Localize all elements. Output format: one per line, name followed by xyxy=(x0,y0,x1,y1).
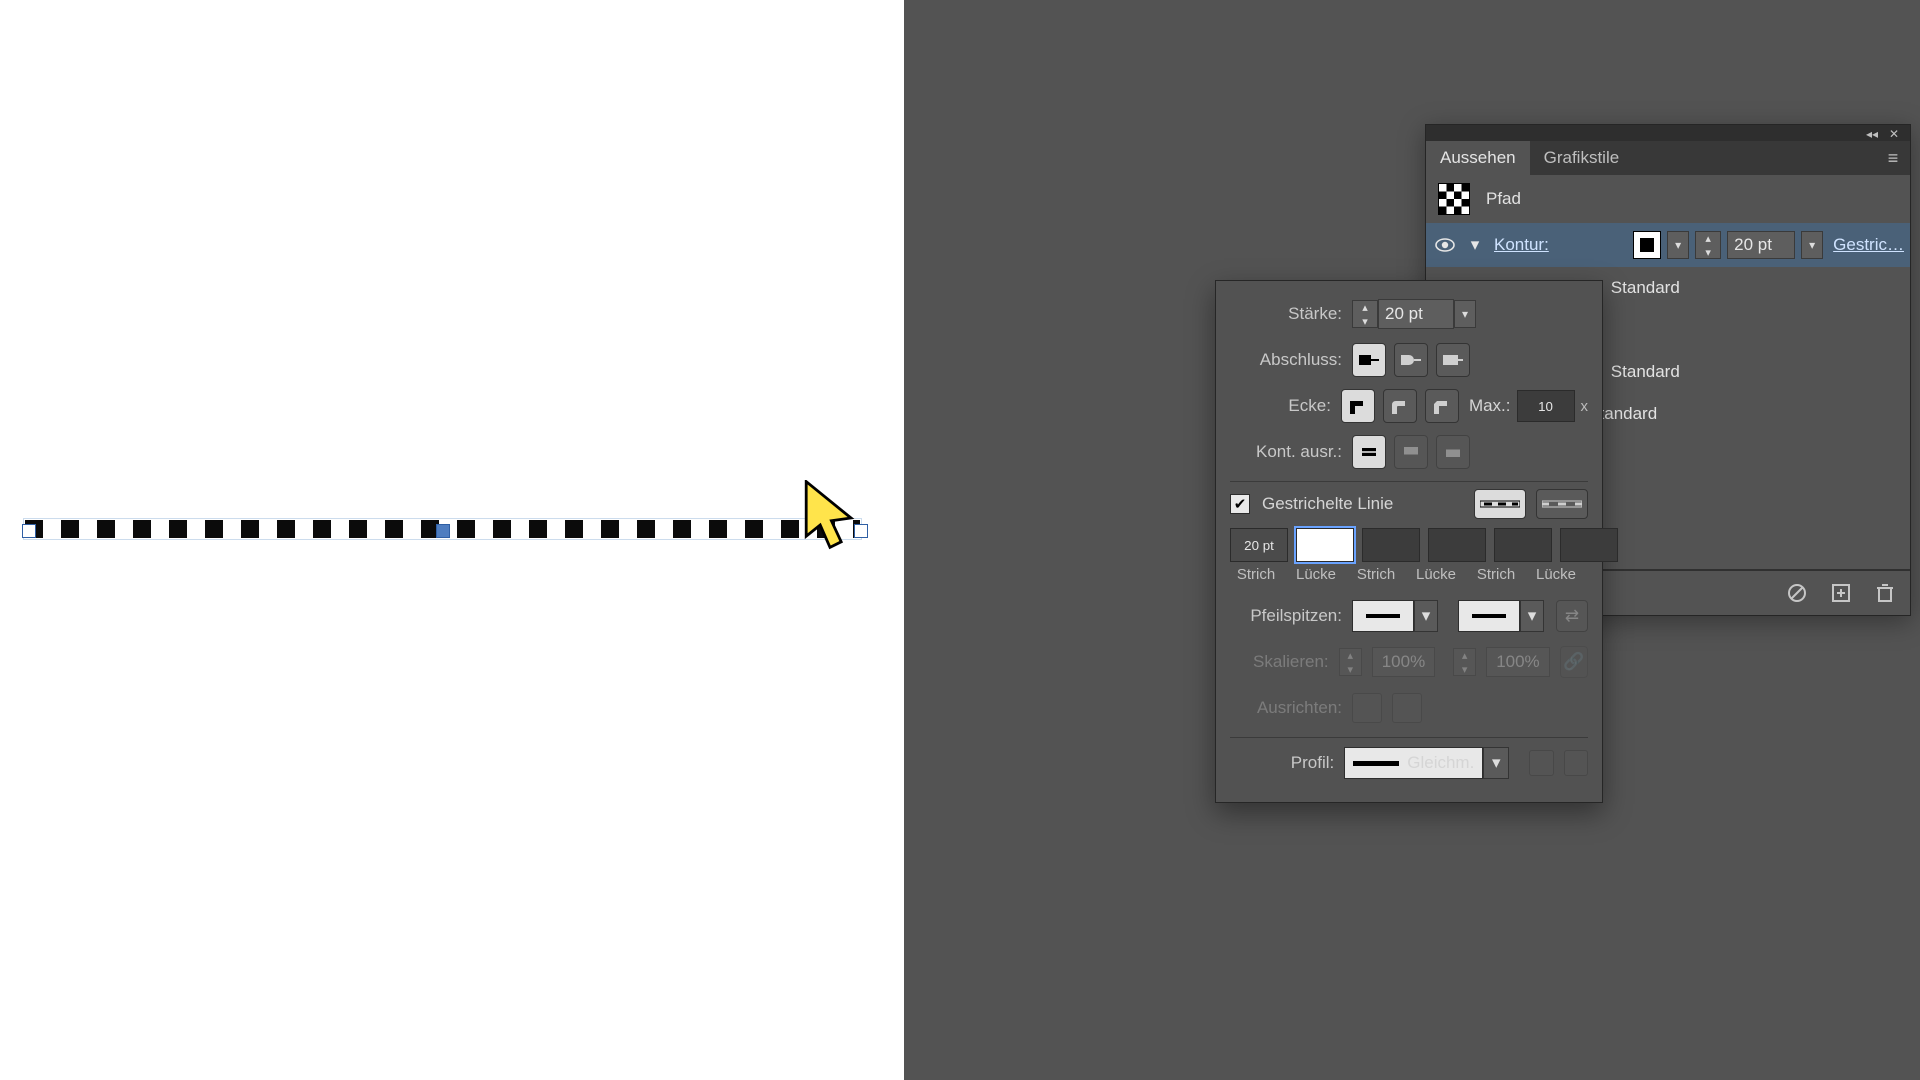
swap-arrowheads-icon[interactable]: ⇄ xyxy=(1556,600,1588,632)
align-inside-button[interactable] xyxy=(1394,435,1428,469)
visibility-toggle-icon[interactable] xyxy=(1434,234,1456,256)
miter-limit-input[interactable] xyxy=(1517,390,1575,422)
dash-input-2[interactable] xyxy=(1362,528,1420,562)
scale-right-stepper[interactable]: ▴▾ xyxy=(1453,648,1476,676)
align-tip-option-1[interactable] xyxy=(1352,693,1382,723)
scale-right-value[interactable]: 100% xyxy=(1486,647,1549,677)
panel-close-icon[interactable]: ✕ xyxy=(1886,127,1902,139)
align-tip-option-2[interactable] xyxy=(1392,693,1422,723)
scale-left-stepper[interactable]: ▴▾ xyxy=(1339,648,1362,676)
arrowheads-label: Pfeilspitzen: xyxy=(1230,606,1342,626)
link-scale-icon[interactable]: 🔗 xyxy=(1560,646,1588,678)
opacity-value-1[interactable]: Standard xyxy=(1611,278,1680,298)
profile-value: Gleichm. xyxy=(1407,753,1474,773)
stroke-weight-dropdown[interactable]: ▾ xyxy=(1801,231,1823,259)
dash-input-1[interactable] xyxy=(1230,528,1288,562)
gap-input-2[interactable] xyxy=(1428,528,1486,562)
stroke-color-dropdown[interactable]: ▾ xyxy=(1667,231,1689,259)
dash-col-label-3: Strich xyxy=(1470,566,1522,583)
dash-col-label-2: Strich xyxy=(1350,566,1402,583)
gap-col-label-2: Lücke xyxy=(1410,566,1462,583)
weight-stepper[interactable]: ▴▾ xyxy=(1352,300,1378,328)
cap-projecting-button[interactable] xyxy=(1436,343,1470,377)
dashed-line-label: Gestrichelte Linie xyxy=(1262,494,1393,514)
profile-dropdown[interactable]: ▾ xyxy=(1483,747,1509,779)
scale-label: Skalieren: xyxy=(1230,652,1329,672)
cap-round-button[interactable] xyxy=(1394,343,1428,377)
arrow-start-dropdown[interactable]: ▾ xyxy=(1414,600,1438,632)
gap-col-label-3: Lücke xyxy=(1530,566,1582,583)
corner-label: Ecke: xyxy=(1230,396,1331,416)
corner-round-button[interactable] xyxy=(1383,389,1417,423)
selection-handle-left[interactable] xyxy=(22,524,36,538)
clear-appearance-icon[interactable] xyxy=(1786,582,1808,604)
tab-aussehen[interactable]: Aussehen xyxy=(1426,141,1530,175)
profile-combo[interactable]: Gleichm. xyxy=(1344,747,1483,779)
dash-mode-align-button[interactable] xyxy=(1536,489,1588,519)
stroke-weight-value[interactable]: 20 pt xyxy=(1727,231,1795,259)
stroke-extra-link[interactable]: Gestric… xyxy=(1833,235,1904,255)
selection-handle-center[interactable] xyxy=(436,524,450,538)
dash-input-3[interactable] xyxy=(1494,528,1552,562)
cap-label: Abschluss: xyxy=(1230,350,1342,370)
new-effect-icon[interactable] xyxy=(1830,582,1852,604)
object-type-label: Pfad xyxy=(1486,189,1521,209)
corner-miter-button[interactable] xyxy=(1341,389,1375,423)
gap-col-label-1: Lücke xyxy=(1290,566,1342,583)
tab-grafikstile[interactable]: Grafikstile xyxy=(1530,141,1634,175)
dashed-line-checkbox[interactable]: ✔ xyxy=(1230,494,1250,514)
scale-left-value[interactable]: 100% xyxy=(1372,647,1435,677)
align-outside-button[interactable] xyxy=(1436,435,1470,469)
align-stroke-label: Kont. ausr.: xyxy=(1230,442,1342,462)
stroke-weight-stepper[interactable]: ▴▾ xyxy=(1695,231,1721,259)
disclosure-icon[interactable]: ▾ xyxy=(1466,236,1484,254)
panel-menu-icon[interactable]: ≡ xyxy=(1876,141,1910,175)
flip-along-icon[interactable] xyxy=(1529,750,1553,776)
gap-input-3[interactable] xyxy=(1560,528,1618,562)
weight-dropdown[interactable]: ▾ xyxy=(1454,300,1476,328)
arrow-start-combo[interactable] xyxy=(1352,600,1414,632)
panel-collapse-icon[interactable]: ◂◂ xyxy=(1864,127,1880,139)
arrow-end-dropdown[interactable]: ▾ xyxy=(1520,600,1544,632)
stroke-panel[interactable]: Stärke: ▴▾ 20 pt ▾ Abschluss: Ecke: xyxy=(1215,280,1603,803)
dash-col-label-1: Strich xyxy=(1230,566,1282,583)
weight-value[interactable]: 20 pt xyxy=(1378,299,1454,329)
flip-across-icon[interactable] xyxy=(1564,750,1588,776)
stroke-label-link[interactable]: Kontur: xyxy=(1494,235,1549,255)
limit-label: Max.: xyxy=(1469,396,1511,416)
gap-input-1[interactable] xyxy=(1296,528,1354,562)
opacity-value-2[interactable]: Standard xyxy=(1611,362,1680,382)
delete-icon[interactable] xyxy=(1874,582,1896,604)
arrow-end-combo[interactable] xyxy=(1458,600,1520,632)
align-tip-label: Ausrichten: xyxy=(1230,698,1342,718)
object-thumbnail xyxy=(1438,183,1470,215)
cap-butt-button[interactable] xyxy=(1352,343,1386,377)
limit-x-suffix: x xyxy=(1581,398,1589,415)
weight-label: Stärke: xyxy=(1230,304,1342,324)
align-center-button[interactable] xyxy=(1352,435,1386,469)
canvas[interactable] xyxy=(0,0,904,1080)
profile-label: Profil: xyxy=(1230,753,1334,773)
dash-mode-preserve-button[interactable] xyxy=(1474,489,1526,519)
corner-bevel-button[interactable] xyxy=(1425,389,1459,423)
stroke-color-swatch[interactable] xyxy=(1633,231,1661,259)
selection-handle-right[interactable] xyxy=(854,524,868,538)
